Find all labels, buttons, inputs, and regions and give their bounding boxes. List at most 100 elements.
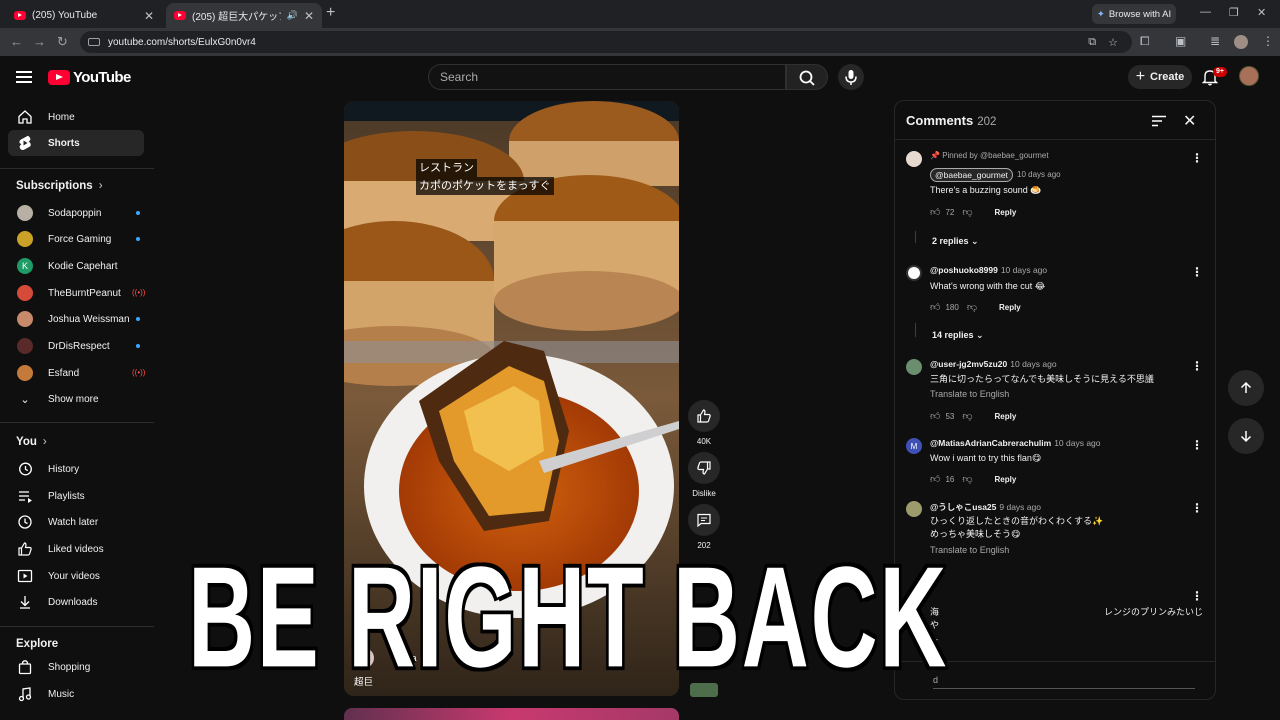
reply-button[interactable]: Reply <box>995 475 1017 484</box>
voice-search-button[interactable] <box>838 64 864 90</box>
more-options-icon[interactable]: ⋮ <box>1191 151 1203 165</box>
sidebar-item-history[interactable]: History <box>8 456 144 482</box>
comment-time: 10 days ago <box>1017 170 1061 179</box>
subscriptions-heading[interactable]: Subscriptions › <box>16 180 103 192</box>
tab-youtube[interactable]: (205) YouTube ✕ <box>6 3 162 28</box>
thumbs-down-icon[interactable]: 👎︎ <box>962 206 972 218</box>
new-content-dot <box>136 317 140 321</box>
like-button[interactable] <box>688 400 720 432</box>
next-short-button[interactable] <box>1228 418 1264 454</box>
search-button[interactable] <box>786 64 828 90</box>
reply-button[interactable]: Reply <box>995 412 1017 421</box>
browse-with-ai-button[interactable]: ✦ Browse with AI <box>1092 4 1176 24</box>
youtube-play-icon <box>48 70 70 85</box>
more-options-icon[interactable]: ⋮ <box>1191 589 1203 603</box>
add-comment-input[interactable]: d <box>933 675 1195 689</box>
sidebar-item-drdisrespect[interactable]: DrDisRespect <box>8 333 144 359</box>
sidebar-item-shorts[interactable]: Shorts <box>8 130 144 156</box>
comment-author-name: @MatiasAdrianCabrerachulim <box>930 438 1052 448</box>
more-options-icon[interactable]: ⋮ <box>1191 265 1203 279</box>
sidebar-item-sodapoppin[interactable]: Sodapoppin <box>8 200 144 226</box>
translate-link[interactable]: Translate to English <box>930 389 1009 399</box>
thumbs-up-icon[interactable]: 👍︎ <box>930 473 940 485</box>
address-bar[interactable]: youtube.com/shorts/EulxG0n0vr4 ⧉ ☆ <box>80 31 1132 53</box>
thumbs-down-icon[interactable]: 👎︎ <box>962 473 972 485</box>
sidebar-item-liked-videos[interactable]: Liked videos <box>8 536 144 562</box>
sidebar-item-home[interactable]: Home <box>8 104 144 130</box>
back-icon[interactable]: ← <box>10 34 23 49</box>
reply-button[interactable]: Reply <box>999 303 1021 312</box>
sidepanel-icon[interactable]: ▣ <box>1175 34 1186 48</box>
reload-icon[interactable]: ↻ <box>57 34 68 50</box>
watch-later-icon <box>16 514 34 530</box>
more-options-icon[interactable]: ⋮ <box>1191 438 1203 452</box>
thumbs-down-icon[interactable]: 👎︎ <box>967 301 977 313</box>
search-input[interactable]: Search <box>428 64 786 90</box>
close-tab-icon[interactable]: ✕ <box>304 9 314 23</box>
replies-toggle[interactable]: 2 replies ⌄ <box>932 236 979 247</box>
sort-icon[interactable] <box>1151 115 1167 127</box>
dislike-button[interactable] <box>688 452 720 484</box>
comment-author-name: @user-jg2mv5zu20 <box>930 359 1008 369</box>
commenter-avatar[interactable] <box>906 501 922 517</box>
thumbs-up-icon[interactable]: 👍︎ <box>930 410 940 422</box>
new-tab-icon[interactable]: + <box>326 4 335 22</box>
youtube-logo[interactable]: YouTube <box>48 69 131 86</box>
comment-author[interactable]: @うしゃこusa25 9 days ago <box>930 501 1041 513</box>
hamburger-menu-icon[interactable] <box>16 68 32 86</box>
sidebar-item-theburntpeanut[interactable]: TheBurntPeanut ((•)) <box>8 280 145 306</box>
explore-heading-label: Explore <box>16 638 59 650</box>
tab-search-icon[interactable]: ≣ <box>1210 34 1220 48</box>
thumbs-up-icon[interactable]: 👍︎ <box>930 301 940 313</box>
sidebar-item-your-videos[interactable]: Your videos <box>8 563 144 589</box>
replies-toggle[interactable]: 14 replies ⌄ <box>932 330 984 341</box>
you-heading[interactable]: You › <box>16 436 47 448</box>
browser-profile-avatar[interactable] <box>1234 35 1248 49</box>
tab-shorts[interactable]: (205) 超巨大パケップリュレプリ 🔊 ✕ <box>166 3 322 28</box>
minimize-icon[interactable]: — <box>1200 6 1211 18</box>
arrow-down-icon <box>1240 431 1252 443</box>
thumbs-down-icon[interactable]: 👎︎ <box>962 410 972 422</box>
more-options-icon[interactable]: ⋮ <box>1191 359 1203 373</box>
close-window-icon[interactable]: ✕ <box>1257 6 1266 19</box>
commenter-avatar[interactable] <box>906 265 922 281</box>
sidebar-item-esfand[interactable]: Esfand ((•)) <box>8 360 145 386</box>
reply-button[interactable]: Reply <box>995 208 1017 217</box>
commenter-avatar[interactable] <box>906 359 922 375</box>
sidebar-item-label: Downloads <box>48 596 98 608</box>
creator-author-chip[interactable]: @baebae_gourmet <box>930 168 1013 182</box>
forward-icon[interactable]: → <box>33 34 46 49</box>
video-caption: レストラン カポのポケットをまっすぐ <box>416 159 554 195</box>
channel-avatar <box>17 365 33 381</box>
sidebar-item-force-gaming[interactable]: Force Gaming <box>8 226 144 252</box>
sidebar-item-shopping[interactable]: Shopping <box>8 654 144 680</box>
sidebar-item-watch-later[interactable]: Watch later <box>8 509 144 535</box>
create-button[interactable]: + Create <box>1128 65 1192 89</box>
sidebar-item-kodie-capehart[interactable]: K Kodie Capehart <box>8 253 144 279</box>
previous-short-button[interactable] <box>1228 370 1264 406</box>
extensions-icon[interactable]: ⧠ <box>1140 34 1150 49</box>
commenter-avatar[interactable]: M <box>906 438 922 454</box>
commenter-avatar[interactable] <box>906 151 922 167</box>
account-avatar[interactable] <box>1239 66 1259 86</box>
speaker-icon[interactable]: 🔊 <box>287 10 298 21</box>
show-more-button[interactable]: ⌄ Show more <box>8 386 144 412</box>
comment-author[interactable]: @user-jg2mv5zu20 10 days ago <box>930 359 1057 369</box>
sidebar-item-music[interactable]: Music <box>8 681 144 707</box>
close-icon[interactable]: ✕ <box>1183 111 1196 131</box>
install-app-icon[interactable]: ⧉ <box>1088 36 1096 49</box>
sidebar-item-playlists[interactable]: Playlists <box>8 483 144 509</box>
restore-icon[interactable]: ❐ <box>1229 6 1239 19</box>
thumbs-up-icon[interactable]: 👍︎ <box>930 206 940 218</box>
sidebar-item-downloads[interactable]: Downloads <box>8 589 144 615</box>
close-tab-icon[interactable]: ✕ <box>144 9 154 23</box>
comment-author[interactable]: @poshuoko8999 10 days ago <box>930 265 1047 275</box>
bookmark-star-icon[interactable]: ☆ <box>1108 36 1118 49</box>
sidebar-item-joshua-weissman[interactable]: Joshua Weissman <box>8 306 144 332</box>
comment-author[interactable]: @MatiasAdrianCabrerachulim 10 days ago <box>930 438 1101 448</box>
more-options-icon[interactable]: ⋮ <box>1191 501 1203 515</box>
show-more-label: Show more <box>48 393 99 405</box>
browser-menu-icon[interactable]: ⋮ <box>1262 34 1274 48</box>
comments-button[interactable] <box>688 504 720 536</box>
site-info-icon[interactable] <box>88 38 100 46</box>
